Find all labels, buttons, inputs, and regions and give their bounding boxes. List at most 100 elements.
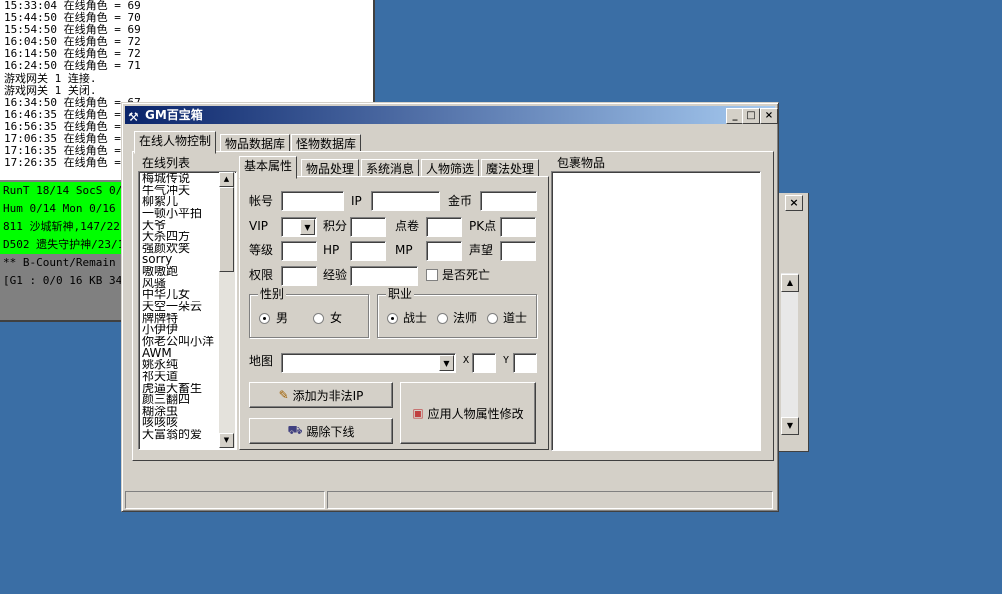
tab-basic-attrs[interactable]: 基本属性 — [239, 156, 298, 179]
job-group: 职业 战士 法师 道士 — [377, 287, 537, 338]
hp-field[interactable] — [350, 241, 386, 261]
pk-label: PK点 — [469, 219, 497, 233]
gender-female-radio[interactable] — [313, 313, 324, 324]
list-item[interactable]: 嗷嗷跑 — [142, 266, 222, 278]
list-item[interactable]: AWM — [142, 348, 222, 360]
kick-icon: ⛟ — [287, 423, 303, 437]
gender-female-label: 女 — [330, 311, 343, 325]
window-title: GM百宝箱 — [145, 108, 203, 122]
apply-changes-label: 应用人物属性修改 — [427, 406, 524, 421]
list-item[interactable]: 大富翁的爱 — [142, 429, 222, 441]
apply-icon: ▣ — [412, 406, 424, 420]
job-taoist-label: 道士 — [503, 311, 528, 325]
list-item[interactable]: 你老公叫小洋 — [142, 336, 222, 348]
status-bar-pane-1 — [125, 491, 325, 509]
list-item[interactable]: sorry — [142, 254, 222, 266]
list-item[interactable]: 大杀四方 — [142, 231, 222, 243]
list-item[interactable]: 大爷 — [142, 220, 222, 232]
chevron-down-icon[interactable]: ▼ — [300, 219, 315, 235]
ip-field[interactable] — [371, 191, 440, 211]
map-select[interactable]: ▼ — [281, 353, 456, 373]
gold-label: 金币 — [448, 194, 473, 208]
exp-label: 经验 — [323, 268, 348, 282]
app-icon: ⚒ — [128, 110, 139, 124]
list-item[interactable]: 虎逼大畜生 — [142, 383, 222, 395]
log-line: 16:24:50 在线角色 = 71 — [4, 59, 141, 73]
kick-offline-button[interactable]: ⛟ 踢除下线 — [249, 418, 393, 444]
job-label: 职业 — [386, 287, 415, 301]
tab-online-control[interactable]: 在线人物控制 — [134, 131, 217, 154]
maximize-button[interactable]: □ — [742, 108, 760, 124]
online-list-scrollbar[interactable]: ▲ ▼ — [219, 172, 235, 448]
bag-items-label: 包裹物品 — [557, 156, 606, 170]
fame-label: 声望 — [469, 243, 494, 257]
vip-select[interactable]: ▼ — [281, 217, 317, 237]
list-item[interactable]: 祁天道 — [142, 371, 222, 383]
background-window-scrollbar[interactable] — [781, 273, 798, 435]
list-item[interactable]: 柳絮儿 — [142, 196, 222, 208]
scroll-up-icon[interactable]: ▲ — [781, 274, 799, 292]
list-item[interactable]: 姚永纯 — [142, 359, 222, 371]
edit-icon: ✎ — [278, 388, 289, 402]
exp-field[interactable] — [350, 266, 418, 286]
x-field[interactable] — [472, 353, 496, 373]
online-control-panel: 在线列表 梅城传说 牛气冲天 柳絮儿 一顿小平拍 大爷 大杀四方 强颜欢笑 sorry 嗷嗷跑风… — [132, 151, 774, 461]
permission-field[interactable] — [281, 266, 317, 286]
list-item[interactable]: 梅城传说 — [142, 173, 222, 185]
basic-attrs-panel: 帐号 IP 金币 VIP ▼ 积分 点卷 PK点 等级 HP MP 声望 权限 … — [239, 176, 549, 450]
list-item[interactable]: 糊涂虫 — [142, 406, 222, 418]
job-warrior-label: 战士 — [403, 311, 428, 325]
online-list[interactable]: 梅城传说 牛气冲天 柳絮儿 一顿小平拍 大爷 大杀四方 强颜欢笑 sorry 嗷嗷跑 风骚 中华儿女… — [142, 173, 222, 450]
fame-field[interactable] — [500, 241, 536, 261]
mp-label: MP — [395, 243, 413, 257]
dead-label: 是否死亡 — [442, 268, 491, 282]
scroll-down-icon[interactable]: ▼ — [781, 417, 799, 435]
close-button[interactable]: × — [760, 108, 778, 124]
list-item[interactable]: 牌牌特 — [142, 313, 222, 325]
level-label: 等级 — [249, 243, 274, 257]
log-line: 游戏网关 1 连接. — [4, 71, 97, 85]
bag-items-list[interactable] — [551, 171, 761, 451]
list-item[interactable]: 颜三翻四 — [142, 394, 222, 406]
list-item[interactable]: 一顿小平拍 — [142, 208, 222, 220]
y-field[interactable] — [513, 353, 537, 373]
points-field[interactable] — [350, 217, 386, 237]
list-item[interactable]: 强颜欢笑 — [142, 243, 222, 255]
list-item[interactable]: 小伊伊 — [142, 324, 222, 336]
online-list-label: 在线列表 — [142, 156, 191, 170]
scroll-thumb[interactable] — [219, 187, 234, 272]
coupon-field[interactable] — [426, 217, 462, 237]
points-label: 积分 — [323, 219, 348, 233]
account-field[interactable] — [281, 191, 344, 211]
job-mage-label: 法师 — [453, 311, 478, 325]
level-field[interactable] — [281, 241, 317, 261]
online-list-box[interactable]: 梅城传说 牛气冲天 柳絮儿 一顿小平拍 大爷 大杀四方 强颜欢笑 sorry 嗷嗷跑 风骚 中华儿女… — [138, 171, 237, 450]
job-taoist-radio[interactable] — [487, 313, 498, 324]
scroll-down-icon[interactable]: ▼ — [219, 433, 234, 448]
add-illegal-ip-label: 添加为非法IP — [292, 388, 364, 403]
background-window: × ▲ ▼ — [774, 193, 809, 452]
mp-field[interactable] — [426, 241, 462, 261]
list-item[interactable]: 咳咳咳 — [142, 417, 222, 429]
list-item[interactable]: 天空一朵云 — [142, 301, 222, 313]
ip-label: IP — [351, 194, 362, 208]
job-mage-radio[interactable] — [437, 313, 448, 324]
list-item[interactable]: 风骚 — [142, 278, 222, 290]
apply-changes-button[interactable]: ▣ 应用人物属性修改 — [400, 382, 536, 444]
kick-offline-label: 踢除下线 — [306, 424, 355, 439]
scroll-up-icon[interactable]: ▲ — [219, 172, 234, 187]
job-warrior-radio[interactable] — [387, 313, 398, 324]
add-illegal-ip-button[interactable]: ✎ 添加为非法IP — [249, 382, 393, 408]
pk-field[interactable] — [500, 217, 536, 237]
gender-label: 性别 — [258, 287, 287, 301]
title-bar[interactable]: ⚒ GM百宝箱 _ □ × — [125, 106, 778, 124]
gender-male-radio[interactable] — [259, 313, 270, 324]
dead-checkbox[interactable] — [426, 269, 438, 281]
list-item[interactable]: 牛气冲天 — [142, 185, 222, 197]
background-window-close-button[interactable]: × — [785, 195, 803, 211]
list-item[interactable]: 中华儿女 — [142, 289, 222, 301]
gender-male-label: 男 — [276, 311, 289, 325]
chevron-down-icon[interactable]: ▼ — [439, 355, 454, 371]
gold-field[interactable] — [480, 191, 537, 211]
hp-label: HP — [323, 243, 340, 257]
